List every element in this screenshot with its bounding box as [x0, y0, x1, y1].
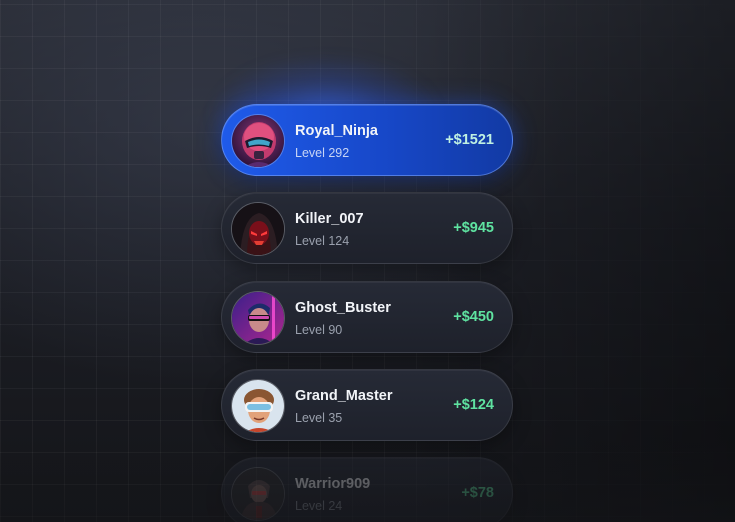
player-level: Level 292 [295, 146, 350, 160]
player-level: Level 35 [295, 411, 343, 425]
leaderboard-list: Royal_Ninja Level 292 +$1521 Killer_007 … [0, 0, 735, 522]
player-name: Ghost_Buster [295, 300, 391, 316]
player-amount: +$450 [453, 309, 494, 325]
player-amount: +$945 [453, 220, 494, 236]
player-level: Level 124 [295, 234, 350, 248]
player-name: Grand_Master [295, 388, 393, 404]
neon-visor-avatar [231, 291, 285, 345]
player-amount: +$78 [461, 485, 494, 501]
player-level: Level 24 [295, 499, 343, 513]
player-name: Royal_Ninja [295, 123, 378, 139]
helmet-ninja-avatar [231, 114, 285, 168]
player-card-ghost-buster[interactable]: Ghost_Buster Level 90 +$450 [221, 281, 513, 353]
player-amount: +$1521 [445, 132, 494, 148]
player-amount: +$124 [453, 397, 494, 413]
vr-headset-avatar [231, 379, 285, 433]
player-card-warrior909[interactable]: Warrior909 Level 24 +$78 [221, 457, 513, 522]
player-level: Level 90 [295, 323, 343, 337]
player-card-killer-007[interactable]: Killer_007 Level 124 +$945 [221, 192, 513, 264]
player-card-grand-master[interactable]: Grand_Master Level 35 +$124 [221, 369, 513, 441]
player-card-royal-ninja[interactable]: Royal_Ninja Level 292 +$1521 [221, 104, 513, 176]
armored-warrior-avatar [231, 467, 285, 521]
hooded-red-mask-avatar [231, 202, 285, 256]
player-name: Killer_007 [295, 211, 364, 227]
player-name: Warrior909 [295, 476, 371, 492]
